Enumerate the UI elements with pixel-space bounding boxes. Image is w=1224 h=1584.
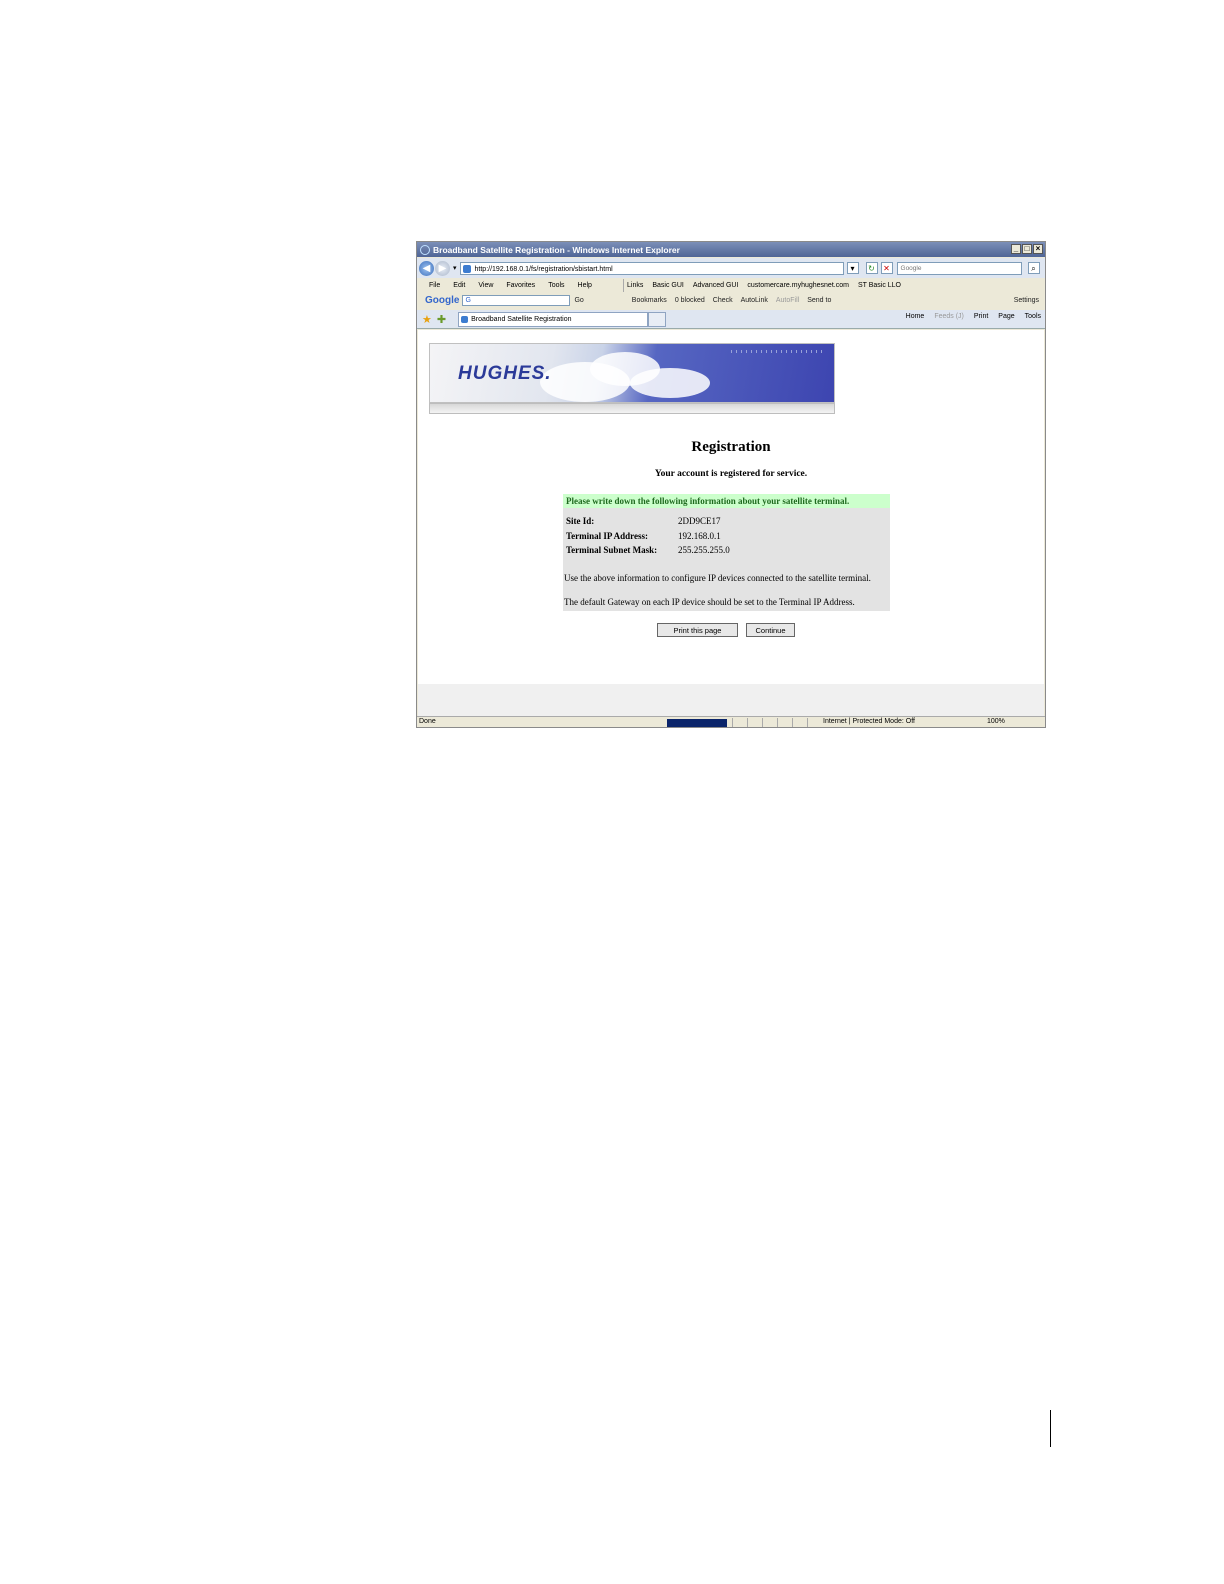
page-title: Registration: [691, 439, 771, 455]
menu-file[interactable]: File: [429, 282, 440, 289]
address-input[interactable]: http://192.168.0.1/fs/registration/sbist…: [459, 261, 844, 275]
send-to-button[interactable]: Send to: [807, 297, 831, 304]
address-dropdown-icon[interactable]: ▾: [846, 262, 859, 274]
back-icon[interactable]: ◀: [419, 260, 434, 276]
info-header: Please write down the following informat…: [563, 494, 890, 508]
new-tab-button[interactable]: [648, 311, 667, 327]
home-button[interactable]: Home: [906, 313, 925, 320]
menu-view[interactable]: View: [478, 282, 493, 289]
settings-button[interactable]: Settings: [1014, 297, 1039, 304]
terminal-info-box: Please write down the following informat…: [563, 494, 890, 611]
window-title: Broadband Satellite Registration - Windo…: [433, 244, 680, 255]
search-input[interactable]: Google: [896, 261, 1022, 275]
menu-edit[interactable]: Edit: [453, 282, 465, 289]
content-bottom-strip: [418, 684, 1044, 716]
info-row-ip: Terminal IP Address: 192.168.0.1: [566, 530, 721, 542]
link-customercare[interactable]: customercare.myhughesnet.com: [747, 282, 849, 289]
hughes-logo: HUGHES.: [458, 363, 552, 384]
autolink-button[interactable]: AutoLink: [741, 297, 768, 304]
banner-ticks: [731, 350, 826, 353]
links-bar: Links Basic GUI Advanced GUI customercar…: [623, 279, 910, 292]
menu-tools[interactable]: Tools: [548, 282, 564, 289]
links-label: Links: [627, 282, 644, 289]
info-label: Site Id:: [566, 516, 595, 526]
info-value: 255.255.255.0: [678, 545, 730, 555]
status-cells: [732, 718, 822, 727]
add-favorites-icon[interactable]: ✚: [437, 313, 446, 326]
banner-shelf: [429, 403, 835, 414]
status-text: Done: [419, 718, 436, 725]
info-label: Terminal Subnet Mask:: [566, 545, 658, 555]
page-subtitle: Your account is registered for service.: [654, 469, 808, 479]
google-search-input[interactable]: G: [462, 295, 571, 306]
progress-bar: [667, 719, 727, 727]
command-bar: Home Feeds (J) Print Page Tools: [896, 313, 1041, 320]
bookmarks-button[interactable]: Bookmarks: [632, 297, 667, 304]
tools-menu-button[interactable]: Tools: [1025, 313, 1041, 320]
zoom-level[interactable]: 100%: [987, 718, 1005, 725]
close-button[interactable]: ×: [1033, 244, 1043, 254]
link-basic-gui[interactable]: Basic GUI: [652, 282, 684, 289]
info-row-site-id: Site Id: 2DD9CE17: [566, 515, 721, 527]
feeds-button[interactable]: Feeds (J): [934, 313, 964, 320]
search-icon[interactable]: ⌕: [1027, 262, 1040, 274]
ie-icon: [420, 244, 430, 255]
continue-button[interactable]: Continue: [746, 623, 795, 637]
link-st-basic[interactable]: ST Basic LLO: [858, 282, 901, 289]
security-zone[interactable]: Internet | Protected Mode: Off: [823, 718, 915, 725]
minimize-button[interactable]: _: [1011, 244, 1021, 254]
page-menu-button[interactable]: Page: [998, 313, 1014, 320]
hughes-banner: HUGHES.: [429, 343, 835, 415]
print-page-button[interactable]: Print this page: [657, 623, 738, 637]
menu-help[interactable]: Help: [578, 282, 592, 289]
info-row-subnet: Terminal Subnet Mask: 255.255.255.0: [566, 544, 730, 556]
menu-favorites[interactable]: Favorites: [506, 282, 535, 289]
google-go-button[interactable]: Go: [574, 297, 583, 304]
info-label: Terminal IP Address:: [566, 531, 649, 541]
spellcheck-button[interactable]: Check: [713, 297, 733, 304]
info-note-configure: Use the above information to configure I…: [564, 573, 871, 583]
favorites-star-icon[interactable]: ★: [422, 313, 432, 326]
info-note-gateway: The default Gateway on each IP device sh…: [564, 597, 855, 607]
page-content: HUGHES. Registration Your account is reg…: [418, 330, 1044, 684]
autofill-button[interactable]: AutoFill: [776, 297, 799, 304]
page-margin-rule: [1050, 1410, 1051, 1447]
browser-window: Broadband Satellite Registration - Windo…: [416, 241, 1046, 728]
history-dropdown-icon[interactable]: ▾: [453, 264, 457, 272]
title-bar: Broadband Satellite Registration - Windo…: [417, 242, 1045, 257]
status-bar: Done Internet | Protected Mode: Off 100%: [417, 716, 1045, 727]
info-value: 192.168.0.1: [678, 531, 721, 541]
google-toolbar: Google G Go Bookmarks 0 blocked Check Au…: [417, 293, 1045, 308]
link-advanced-gui[interactable]: Advanced GUI: [693, 282, 739, 289]
address-row: ◀ ▶ ▾ http://192.168.0.1/fs/registration…: [417, 258, 1045, 278]
stop-icon[interactable]: ✕: [880, 262, 893, 274]
forward-icon[interactable]: ▶: [435, 260, 450, 276]
google-logo: Google: [425, 295, 460, 306]
info-value: 2DD9CE17: [678, 516, 721, 526]
print-cmd-button[interactable]: Print: [974, 313, 988, 320]
maximize-button[interactable]: □: [1022, 244, 1032, 254]
popup-blocked-button[interactable]: 0 blocked: [675, 297, 705, 304]
tab-registration[interactable]: Broadband Satellite Registration: [458, 311, 649, 327]
refresh-icon[interactable]: ↻: [865, 262, 878, 274]
